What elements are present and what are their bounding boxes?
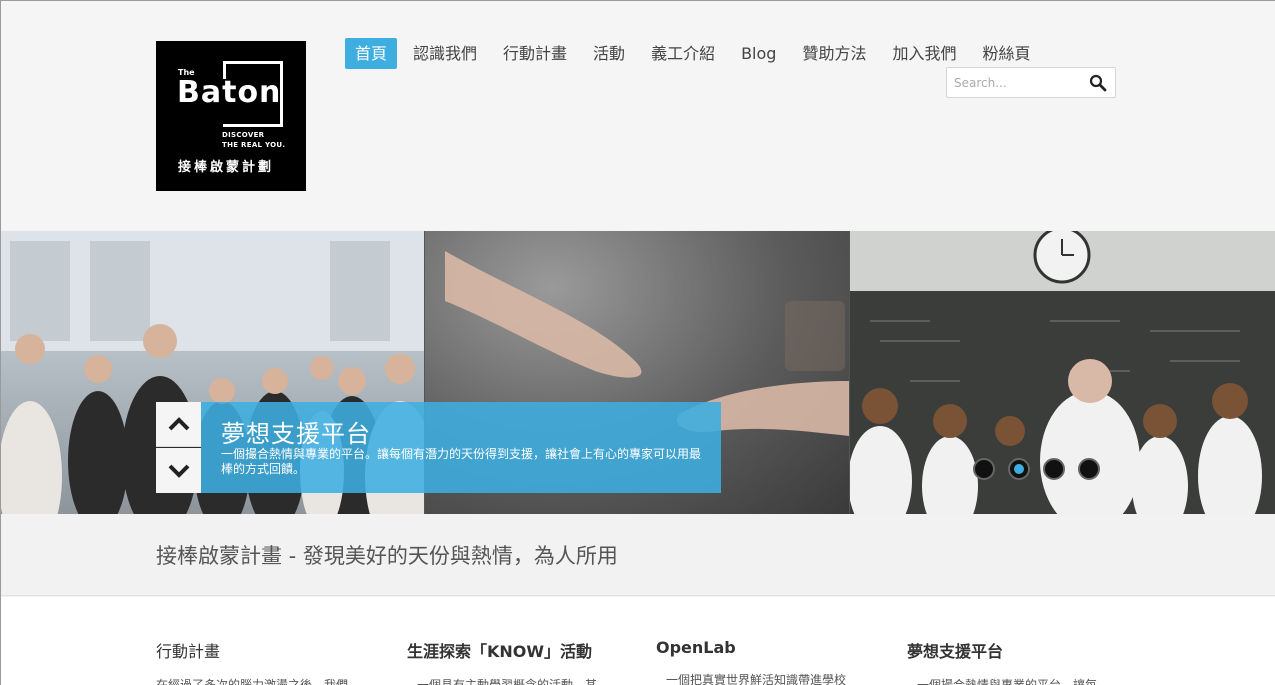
main-nav: 首頁 認識我們 行動計畫 活動 義工介紹 Blog 贊助方法 加入我們 粉絲頁 [345, 38, 1047, 69]
search-box [946, 67, 1116, 98]
slide-caption[interactable]: 夢想支援平台 一個撮合熱情與專業的平台。讓每個有潛力的天份得到支援，讓社會上有心… [201, 402, 721, 493]
search-icon[interactable] [1089, 74, 1107, 92]
nav-home[interactable]: 首頁 [345, 38, 398, 69]
search-input[interactable] [947, 68, 1087, 97]
feature-title[interactable]: 生涯探索「KNOW」活動 [407, 638, 627, 662]
logo-tagline-2: THE REAL YOU. [222, 141, 286, 149]
feature-columns: 行動計畫 在經過了多次的腦力激盪之後，我們 生涯探索「KNOW」活動 一個具有主… [0, 597, 1275, 685]
feature-text: 一個撮合熱情與專業的平台。讓每 [917, 678, 1098, 685]
feature-text: 一個把真實世界鮮活知識帶進學校 [666, 673, 847, 685]
tagline-band: 接棒啟蒙計畫 - 發現美好的天份與熱情，為人所用 [0, 514, 1275, 596]
nav-fanpage[interactable]: 粉絲頁 [972, 38, 1040, 69]
feature-column: OpenLab 一個把真實世界鮮活知識帶進學校 [656, 638, 876, 685]
slider-pagination [973, 458, 1113, 480]
site-tagline: 接棒啟蒙計畫 - 發現美好的天份與熱情，為人所用 [156, 544, 618, 568]
feature-text: 在經過了多次的腦力激盪之後，我們 [156, 678, 349, 685]
nav-action-plan[interactable]: 行動計畫 [493, 38, 577, 69]
logo-tagline-1: DISCOVER [222, 131, 265, 139]
site-header: The Baton DISCOVER THE REAL YOU. 接棒啟蒙計劃 … [0, 0, 1275, 230]
feature-text: 一個具有主動學習概念的活動。其 [417, 678, 598, 685]
nav-blog[interactable]: Blog [731, 38, 786, 69]
nav-events[interactable]: 活動 [583, 38, 635, 69]
nav-sponsor[interactable]: 贊助方法 [792, 38, 876, 69]
chevron-down-icon [168, 464, 189, 478]
slider-dot-2[interactable] [1008, 458, 1030, 480]
slider-dot-4[interactable] [1078, 458, 1100, 480]
feature-title[interactable]: 行動計畫 [156, 638, 376, 662]
feature-title[interactable]: 夢想支援平台 [907, 638, 1127, 662]
nav-join[interactable]: 加入我們 [882, 38, 966, 69]
baton-logo[interactable]: The Baton DISCOVER THE REAL YOU. 接棒啟蒙計劃 [156, 41, 306, 191]
slider-dot-3[interactable] [1043, 458, 1065, 480]
feature-column: 行動計畫 在經過了多次的腦力激盪之後，我們 [156, 638, 376, 685]
slide-caption-text: 一個撮合熱情與專業的平台。讓每個有潛力的天份得到支援，讓社會上有心的專家可以用最… [221, 447, 702, 476]
nav-volunteers[interactable]: 義工介紹 [641, 38, 725, 69]
feature-title[interactable]: OpenLab [656, 638, 876, 657]
feature-column: 生涯探索「KNOW」活動 一個具有主動學習概念的活動。其 [407, 638, 627, 685]
slide-prev-button[interactable] [156, 402, 201, 447]
nav-about[interactable]: 認識我們 [403, 38, 487, 69]
slide-caption-title: 夢想支援平台 [221, 420, 371, 448]
slide-next-button[interactable] [156, 448, 201, 493]
logo-chinese-name: 接棒啟蒙計劃 [178, 160, 275, 175]
chevron-up-icon [168, 417, 189, 431]
feature-column: 夢想支援平台 一個撮合熱情與專業的平台。讓每 [907, 638, 1127, 685]
logo-wordmark: Baton [177, 75, 282, 110]
slider-dot-1[interactable] [973, 458, 995, 480]
